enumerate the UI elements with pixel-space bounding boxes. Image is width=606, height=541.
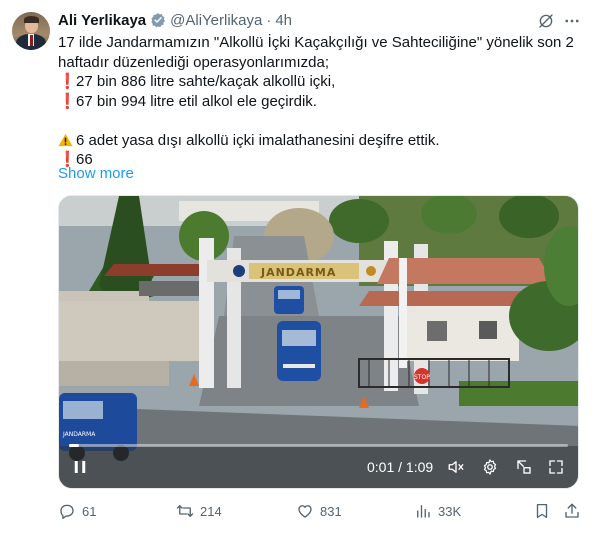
header-separator: ·: [266, 11, 272, 29]
like-button[interactable]: 831: [296, 500, 342, 522]
video-controls: 0:01 / 1:09: [59, 434, 578, 488]
mute-icon[interactable]: [447, 458, 465, 476]
repost-count: 214: [200, 503, 222, 519]
like-count: 831: [320, 503, 342, 519]
tweet-line: ❗27 bin 886 litre sahte/kaçak alkollü iç…: [58, 72, 588, 92]
exclamation-icon: ❗: [58, 73, 77, 90]
tweet-text: 17 ilde Jandarmamızın "Alkollü İçki Kaça…: [58, 33, 588, 170]
author-name[interactable]: Ali Yerlikaya: [58, 12, 146, 29]
show-more-link[interactable]: Show more: [58, 165, 134, 182]
tweet-header: Ali Yerlikaya @AliYerlikaya · 4h: [58, 10, 292, 30]
tweet-line: 17 ilde Jandarmamızın "Alkollü İçki Kaça…: [58, 34, 574, 51]
warning-icon: [58, 133, 73, 146]
bookmark-icon[interactable]: [533, 502, 551, 520]
tweet-line: ❗66: [58, 150, 588, 170]
stop-sign-text: STOP: [414, 374, 430, 381]
progress-bar[interactable]: [69, 444, 568, 447]
view-count: 33K: [438, 503, 462, 519]
grok-icon[interactable]: [537, 12, 555, 30]
repost-icon: [176, 505, 194, 517]
reply-count: 61: [82, 503, 97, 519]
exclamation-icon: ❗: [58, 92, 77, 110]
repost-button[interactable]: 214: [176, 500, 222, 522]
progress-fill: [69, 444, 79, 447]
share-icon[interactable]: [563, 502, 581, 520]
gate-sign-text: JANDARMA: [260, 266, 336, 279]
verified-badge-icon[interactable]: [150, 12, 166, 28]
video-time: 0:01 / 1:09: [367, 459, 434, 475]
pause-icon[interactable]: [71, 458, 89, 476]
fullscreen-icon[interactable]: [547, 458, 565, 476]
avatar[interactable]: [12, 12, 50, 50]
reply-button[interactable]: 61: [58, 500, 96, 522]
tweet-line-text: 67 bin 994 litre etil alkol ele geçirdik…: [76, 92, 317, 110]
reply-icon: [60, 504, 74, 519]
tweet-line-text: 27 bin 886 litre sahte/kaçak alkollü içk…: [76, 73, 336, 90]
tweet-line: 6 adet yasa dışı alkollü içki imalathane…: [58, 131, 588, 151]
tweet-timestamp[interactable]: 4h: [275, 12, 292, 29]
tweet-actions: 61 214 831 33K: [0, 500, 606, 522]
picture-in-picture-icon[interactable]: [515, 458, 533, 476]
tweet-line: haftadır düzenlediği operasyonlarımızda;: [58, 53, 329, 71]
more-icon[interactable]: [563, 12, 581, 30]
video-player[interactable]: JANDARMA STOP JANDARMA 0:01 / 1:09: [58, 195, 579, 489]
views-button[interactable]: 33K: [414, 500, 461, 522]
tweet-line-text: 6 adet yasa dışı alkollü içki imalathane…: [76, 131, 440, 149]
views-icon: [417, 505, 430, 518]
like-icon: [298, 505, 312, 518]
settings-icon[interactable]: [481, 458, 499, 476]
tweet-line: ❗67 bin 994 litre etil alkol ele geçirdi…: [58, 92, 588, 112]
author-handle[interactable]: @AliYerlikaya: [170, 12, 262, 29]
tweet[interactable]: Ali Yerlikaya @AliYerlikaya · 4h 17 ilde…: [0, 0, 606, 541]
